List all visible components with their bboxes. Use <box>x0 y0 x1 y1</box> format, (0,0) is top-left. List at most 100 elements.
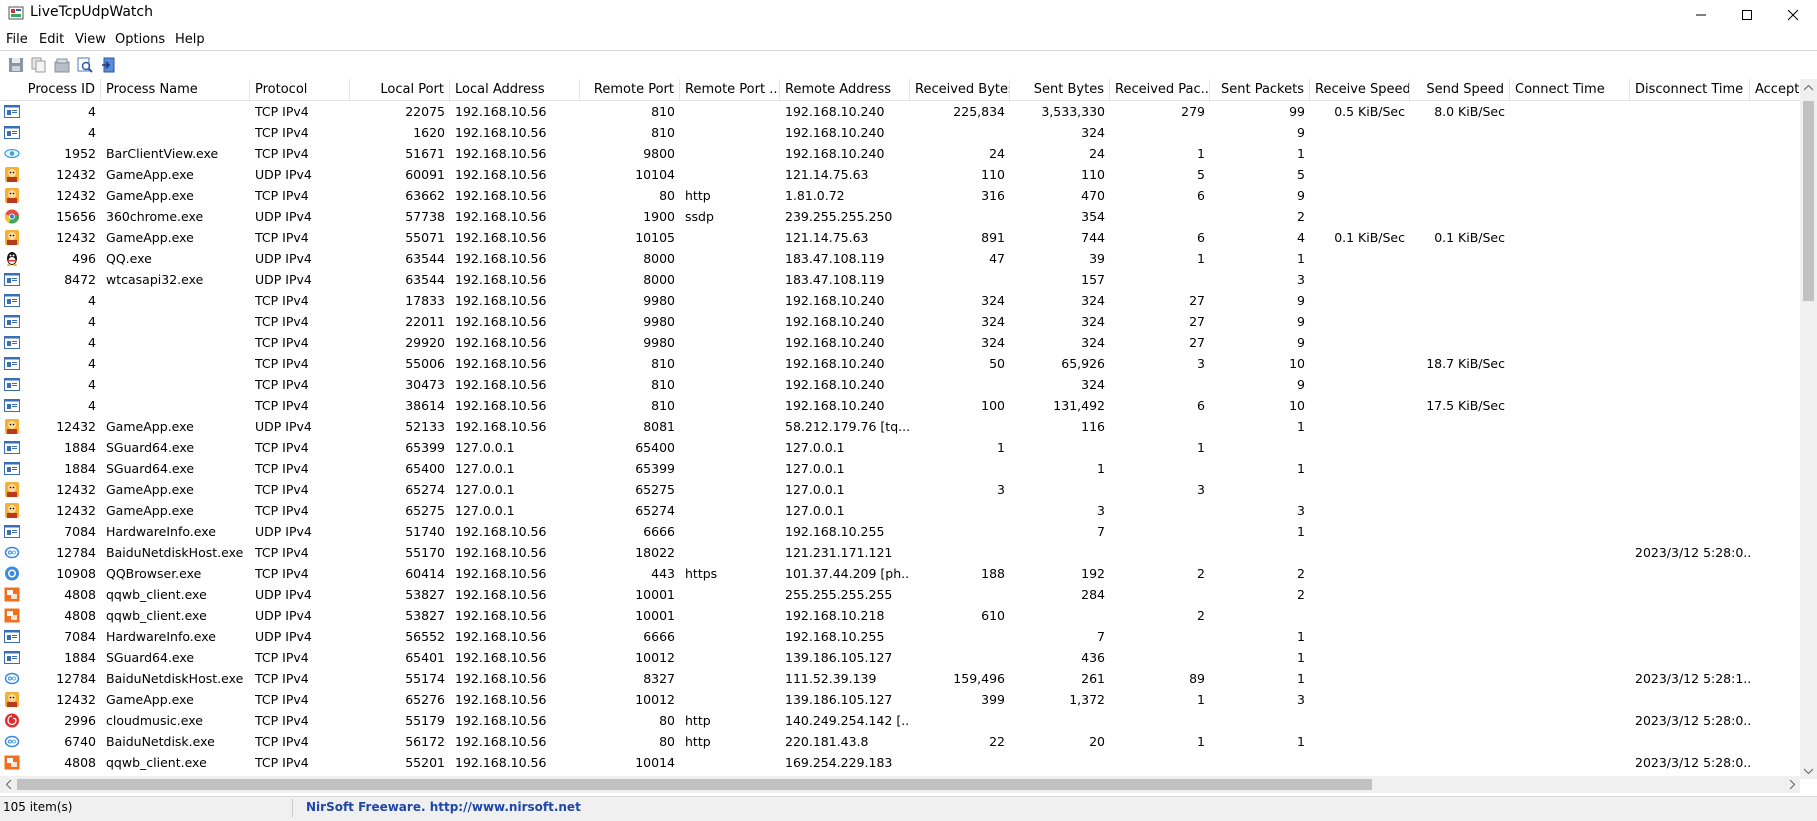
table-row[interactable]: 1884 SGuard64.exe TCP IPv4 65399 127.0.0.1 65… <box>0 437 1800 458</box>
cell-ctime <box>1510 521 1630 542</box>
table-row[interactable]: 4808 qqwb_client.exe TCP IPv4 55201 192.168.… <box>0 752 1800 773</box>
table-row[interactable]: 4 TCP IPv4 55006 192.168.10.56 810 192.168.10… <box>0 353 1800 374</box>
column-header[interactable]: Remote Port <box>580 79 680 100</box>
table-row[interactable]: 4808 qqwb_client.exe UDP IPv4 53827 192.168.… <box>0 584 1800 605</box>
cell-raddr: 140.249.254.142 [... <box>785 713 910 728</box>
column-header[interactable]: Received Bytes <box>910 79 1010 100</box>
table-row[interactable]: 1884 SGuard64.exe TCP IPv4 65400 127.0.0.1 65… <box>0 458 1800 479</box>
table-row[interactable]: 4 TCP IPv4 22011 192.168.10.56 9980 192.168.1… <box>0 311 1800 332</box>
table-row[interactable]: 12432 GameApp.exe TCP IPv4 65275 127.0.0.1 65… <box>0 500 1800 521</box>
menu-options[interactable]: Options <box>115 30 165 50</box>
menu-help[interactable]: Help <box>175 30 205 50</box>
horizontal-scroll-thumb[interactable] <box>17 779 1372 790</box>
cell-dtime <box>1630 395 1750 416</box>
column-header[interactable]: Remote Address <box>780 79 910 100</box>
table-row[interactable]: 8472 wtcasapi32.exe UDP IPv4 63544 192.168.1… <box>0 269 1800 290</box>
column-header[interactable]: Protocol <box>250 79 350 100</box>
copy-button[interactable] <box>29 55 49 75</box>
close-button[interactable] <box>1770 0 1816 30</box>
column-header[interactable]: Local Address <box>450 79 580 100</box>
menu-file[interactable]: File <box>6 30 28 50</box>
table-row[interactable]: 1884 SGuard64.exe TCP IPv4 65401 192.168.10.… <box>0 647 1800 668</box>
column-header[interactable]: Disconnect Time <box>1630 79 1750 100</box>
cell-pid: 2996 <box>64 713 96 728</box>
cell-raddr: 1.81.0.72 <box>785 188 845 203</box>
column-header[interactable]: Sent Bytes <box>1010 79 1110 100</box>
exit-button[interactable] <box>99 55 119 75</box>
menu-edit[interactable]: Edit <box>39 30 64 50</box>
save-button[interactable] <box>6 55 26 75</box>
cell-laddr: 192.168.10.56 <box>455 230 547 245</box>
nirsoft-link[interactable]: NirSoft Freeware. http://www.nirsoft.net <box>306 800 581 814</box>
cell-rpkts: 1 <box>1197 251 1205 266</box>
column-header[interactable]: Process ID <box>0 79 101 100</box>
cell-laddr: 192.168.10.56 <box>455 398 547 413</box>
table-row[interactable]: 12432 GameApp.exe UDP IPv4 60091 192.168.10.… <box>0 164 1800 185</box>
cell-sbytes: 324 <box>1081 125 1105 140</box>
table-row[interactable]: 12432 GameApp.exe UDP IPv4 52133 192.168.10.… <box>0 416 1800 437</box>
column-header[interactable]: Remote Port ... <box>680 79 780 100</box>
table-row[interactable]: 12432 GameApp.exe TCP IPv4 63662 192.168.10.… <box>0 185 1800 206</box>
vertical-scroll-thumb[interactable] <box>1803 101 1814 301</box>
table-row[interactable]: 4 TCP IPv4 30473 192.168.10.56 810 192.168.10… <box>0 374 1800 395</box>
cell-ctime <box>1510 290 1630 311</box>
cell-name <box>101 395 250 416</box>
horizontal-scrollbar[interactable] <box>0 776 1800 793</box>
table-row[interactable]: 496 QQ.exe UDP IPv4 63544 192.168.10.56 8000 1… <box>0 248 1800 269</box>
table-row[interactable]: 15656 360chrome.exe UDP IPv4 57738 192.168.1… <box>0 206 1800 227</box>
cell-sspeed <box>1410 563 1510 584</box>
table-row[interactable]: 2996 cloudmusic.exe TCP IPv4 55179 192.168.1… <box>0 710 1800 731</box>
table-row[interactable]: 10908 QQBrowser.exe TCP IPv4 60414 192.168.1… <box>0 563 1800 584</box>
column-header[interactable]: Connect Time <box>1510 79 1630 100</box>
table-row[interactable]: 4 TCP IPv4 17833 192.168.10.56 9980 192.168.1… <box>0 290 1800 311</box>
table-row[interactable]: 12432 GameApp.exe TCP IPv4 55071 192.168.10.… <box>0 227 1800 248</box>
cell-lport: 29920 <box>405 335 445 350</box>
table-row[interactable]: 12784 BaiduNetdiskHost.exe TCP IPv4 55174 19… <box>0 668 1800 689</box>
column-header[interactable]: Local Port <box>350 79 450 100</box>
table-row[interactable]: 12432 GameApp.exe TCP IPv4 65274 127.0.0.1 65… <box>0 479 1800 500</box>
table-row[interactable]: 7084 HardwareInfo.exe UDP IPv4 56552 192.168… <box>0 626 1800 647</box>
scroll-right-icon[interactable] <box>1783 776 1800 793</box>
cell-sspeed <box>1410 458 1510 479</box>
cell-spkts: 3 <box>1297 503 1305 518</box>
cell-sspeed <box>1410 164 1510 185</box>
table-row[interactable]: 12432 GameApp.exe TCP IPv4 65276 192.168.10.… <box>0 689 1800 710</box>
table-row[interactable]: 6740 BaiduNetdisk.exe TCP IPv4 56172 192.168… <box>0 731 1800 752</box>
vertical-scrollbar[interactable] <box>1800 79 1817 779</box>
properties-button[interactable] <box>52 55 72 75</box>
cell-ctime <box>1510 563 1630 584</box>
table-row[interactable]: 4 TCP IPv4 29920 192.168.10.56 9980 192.168.1… <box>0 332 1800 353</box>
cell-dtime <box>1630 437 1750 458</box>
minimize-button[interactable] <box>1678 0 1724 30</box>
column-header[interactable]: Sent Packets <box>1210 79 1310 100</box>
column-header[interactable]: Process Name <box>101 79 250 100</box>
cell-dtime <box>1630 353 1750 374</box>
menu-view[interactable]: View <box>75 30 106 50</box>
table-row[interactable]: 4 TCP IPv4 22075 192.168.10.56 810 192.168.10… <box>0 101 1800 122</box>
find-button[interactable] <box>75 55 95 75</box>
scroll-down-icon[interactable] <box>1800 762 1817 779</box>
column-header[interactable]: Accept <box>1750 79 1800 100</box>
cell-pid: 6740 <box>64 734 96 749</box>
cell-rbytes: 324 <box>981 314 1005 329</box>
cell-rport: 80 <box>659 188 675 203</box>
table-row[interactable]: 4 TCP IPv4 38614 192.168.10.56 810 192.168.10… <box>0 395 1800 416</box>
maximize-button[interactable] <box>1724 0 1770 30</box>
scroll-left-icon[interactable] <box>0 776 17 793</box>
cell-lport: 65274 <box>405 482 445 497</box>
cell-spkts: 2 <box>1297 566 1305 581</box>
cell-rpkts <box>1110 710 1210 731</box>
table-row[interactable]: 7084 HardwareInfo.exe UDP IPv4 51740 192.168… <box>0 521 1800 542</box>
table-row[interactable]: 1952 BarClientView.exe TCP IPv4 51671 192.16… <box>0 143 1800 164</box>
column-header[interactable]: Send Speed <box>1410 79 1510 100</box>
table-row[interactable]: 12784 BaiduNetdiskHost.exe TCP IPv4 55170 19… <box>0 542 1800 563</box>
cell-ctime <box>1510 479 1630 500</box>
column-header[interactable]: Receive Speed <box>1310 79 1410 100</box>
cell-sbytes: 1,372 <box>1069 692 1105 707</box>
cell-rportname <box>680 521 780 542</box>
table-row[interactable]: 4 TCP IPv4 1620 192.168.10.56 810 192.168.10.… <box>0 122 1800 143</box>
cell-raddr: 101.37.44.209 [ph... <box>785 566 910 581</box>
scroll-up-icon[interactable] <box>1800 79 1817 96</box>
table-row[interactable]: 4808 qqwb_client.exe UDP IPv4 53827 192.168.… <box>0 605 1800 626</box>
column-header[interactable]: Received Pac... <box>1110 79 1210 100</box>
